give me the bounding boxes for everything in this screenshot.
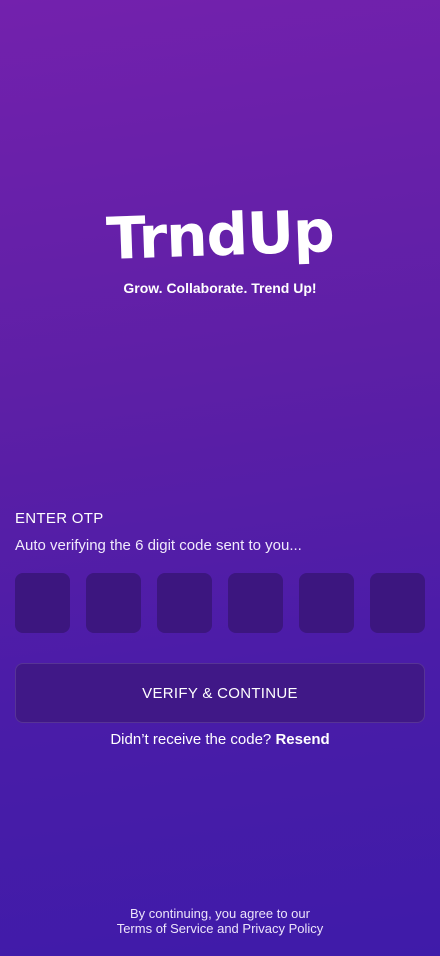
otp-input-row bbox=[15, 573, 425, 633]
legal-footer: By continuing, you agree to our Terms of… bbox=[0, 906, 440, 936]
legal-footer-line1: By continuing, you agree to our bbox=[130, 906, 310, 921]
app-tagline: Grow. Collaborate. Trend Up! bbox=[123, 280, 317, 296]
otp-digit-4[interactable] bbox=[228, 573, 283, 633]
terms-privacy-link[interactable]: Terms of Service and Privacy Policy bbox=[0, 921, 440, 936]
otp-label: ENTER OTP bbox=[15, 510, 104, 527]
otp-digit-1[interactable] bbox=[15, 573, 70, 633]
otp-digit-5[interactable] bbox=[299, 573, 354, 633]
verify-continue-button[interactable]: VERIFY & CONTINUE bbox=[15, 663, 425, 723]
resend-prompt: Didn’t receive the code? bbox=[110, 731, 272, 748]
otp-digit-6[interactable] bbox=[370, 573, 425, 633]
resend-link[interactable]: Resend bbox=[275, 731, 329, 748]
otp-digit-3[interactable] bbox=[157, 573, 212, 633]
otp-subtitle: Auto verifying the 6 digit code sent to … bbox=[15, 537, 302, 554]
otp-digit-2[interactable] bbox=[86, 573, 141, 633]
app-logo: TrndUp bbox=[105, 197, 335, 273]
resend-line: Didn’t receive the code? Resend bbox=[0, 731, 440, 748]
